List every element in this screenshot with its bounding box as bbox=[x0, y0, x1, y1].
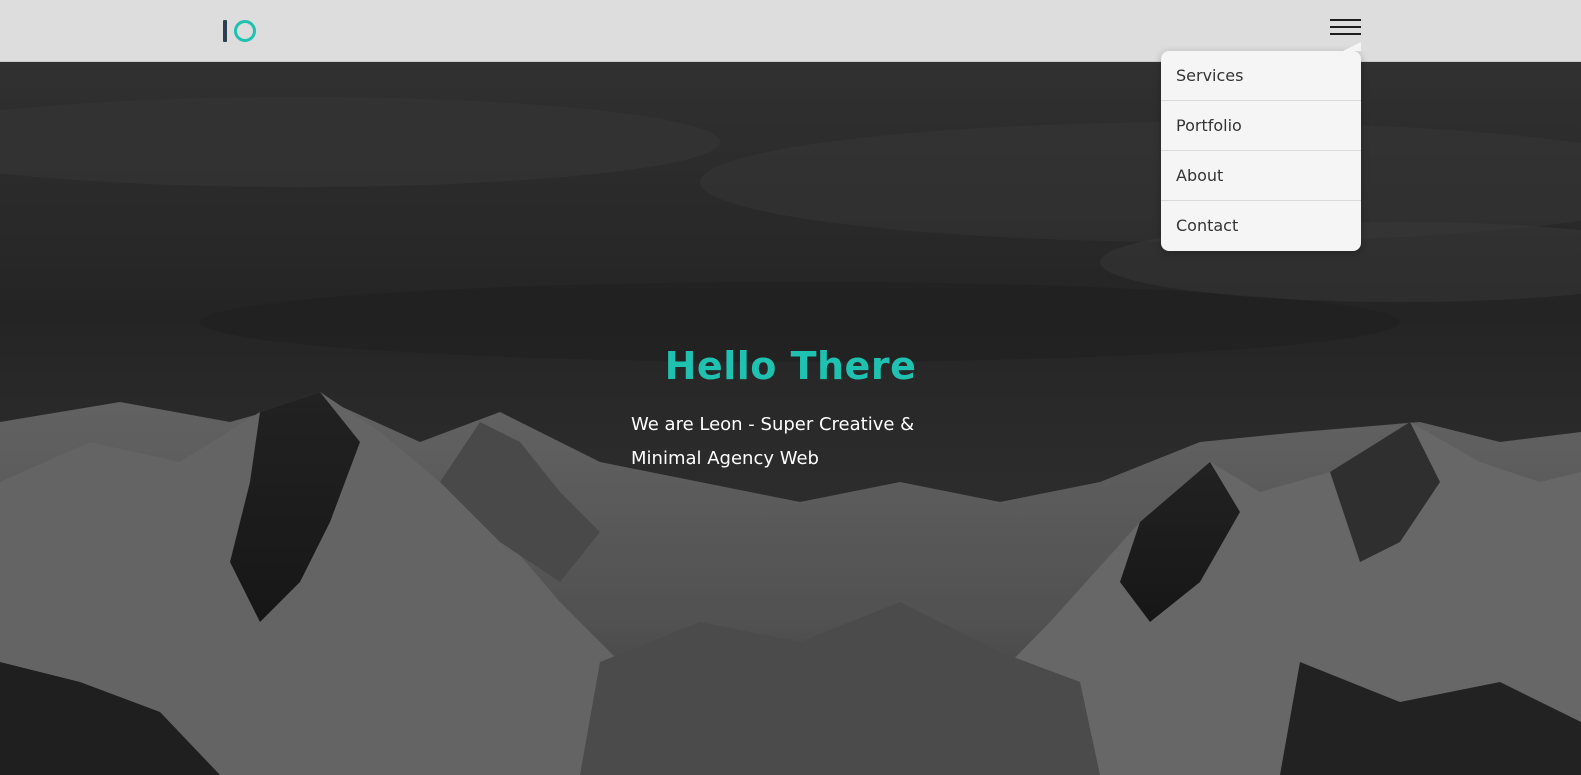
menu-line bbox=[1330, 26, 1361, 28]
nav-item-services[interactable]: Services bbox=[1161, 51, 1361, 101]
logo-bar-icon bbox=[223, 20, 227, 42]
menu-line bbox=[1330, 33, 1361, 35]
nav-item-about[interactable]: About bbox=[1161, 151, 1361, 201]
logo-ring-icon bbox=[234, 20, 256, 42]
nav-dropdown-menu: Services Portfolio About Contact bbox=[1161, 42, 1361, 251]
nav-item-portfolio[interactable]: Portfolio bbox=[1161, 101, 1361, 151]
nav-item-contact[interactable]: Contact bbox=[1161, 201, 1361, 251]
landing-page: Hello There We are Leon - Super Creative… bbox=[0, 0, 1581, 775]
menu-line bbox=[1330, 19, 1361, 21]
hero-title: Hello There bbox=[664, 344, 917, 388]
hero-subtitle: We are Leon - Super Creative & Minimal A… bbox=[631, 414, 915, 469]
hamburger-menu-icon[interactable] bbox=[1330, 18, 1362, 38]
site-logo[interactable] bbox=[222, 19, 258, 43]
